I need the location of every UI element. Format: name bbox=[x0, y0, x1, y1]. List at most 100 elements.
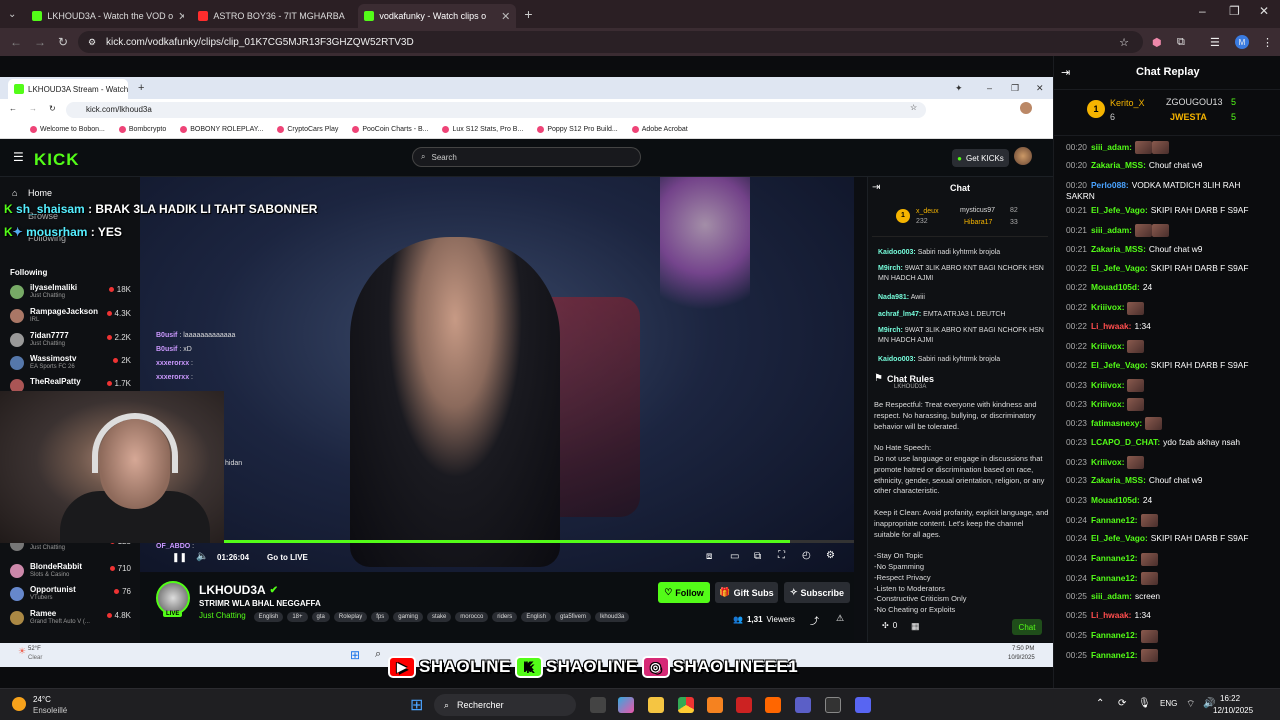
browser-tab[interactable]: vodkafunky - Watch clips o ✕ bbox=[358, 4, 517, 28]
share-icon[interactable]: ⤴ bbox=[810, 614, 819, 627]
extension-icon[interactable]: ⬢ bbox=[1152, 36, 1162, 49]
replay-message-user[interactable]: Mouad105d: bbox=[1091, 495, 1140, 505]
tray-app-icon[interactable]: ⟳ bbox=[1118, 698, 1126, 709]
following-channel[interactable]: Opportunist VTubers 76 bbox=[10, 585, 135, 607]
follow-button[interactable]: ♡ Follow bbox=[658, 582, 710, 603]
replay-message-user[interactable]: Fannane12: bbox=[1091, 650, 1138, 660]
emote-icon[interactable]: ▦ bbox=[911, 621, 920, 632]
replay-leader-name[interactable]: ZGOUGOU13 bbox=[1166, 97, 1223, 107]
replay-message-user[interactable]: Kriiivox: bbox=[1091, 380, 1125, 390]
copilot-icon[interactable] bbox=[618, 697, 634, 713]
bookmark-item[interactable]: Bombcrypto bbox=[118, 126, 166, 133]
following-channel[interactable]: RampageJackson IRL 4.3K bbox=[10, 307, 135, 329]
replay-message-user[interactable]: Li_hwaak: bbox=[1091, 321, 1132, 331]
bookmark-item[interactable]: Adobe Acrobat bbox=[631, 126, 688, 133]
taskbar-search[interactable]: ⌕ Rechercher bbox=[434, 694, 576, 716]
replay-message-user[interactable]: Fannane12: bbox=[1091, 630, 1138, 640]
teams-icon[interactable] bbox=[795, 697, 811, 713]
replay-leader-name[interactable]: JWESTA bbox=[1170, 112, 1207, 122]
tab-close-icon[interactable]: ✕ bbox=[501, 10, 510, 23]
chat-points[interactable]: ✣ 0 bbox=[882, 621, 897, 630]
replay-message-user[interactable]: siii_adam: bbox=[1091, 591, 1132, 601]
inner-chat-user[interactable]: M9irch: bbox=[878, 265, 903, 272]
replay-message-user[interactable]: Fannane12: bbox=[1091, 515, 1138, 525]
microphone-icon[interactable]: 🎙 bbox=[1138, 698, 1151, 709]
user-avatar[interactable] bbox=[1014, 147, 1032, 165]
inner-profile-avatar[interactable] bbox=[1020, 102, 1032, 114]
browser-tab[interactable]: LKHOUD3A - Watch the VOD o ✕ bbox=[26, 4, 184, 28]
brave-icon[interactable] bbox=[765, 697, 781, 713]
inner-close-icon[interactable]: ✕ bbox=[1036, 83, 1044, 94]
stream-tag[interactable]: riders bbox=[492, 612, 518, 622]
bookmark-item[interactable]: Poppy S12 Pro Build... bbox=[537, 126, 618, 133]
app-red-icon[interactable] bbox=[736, 697, 752, 713]
replay-message-user[interactable]: Mouad105d: bbox=[1091, 282, 1140, 292]
language-indicator[interactable]: ENG bbox=[1160, 699, 1177, 708]
stream-tag[interactable]: English bbox=[253, 612, 284, 622]
stream-tag[interactable]: morocco bbox=[455, 612, 489, 622]
streamer-avatar[interactable] bbox=[156, 581, 190, 615]
tab-close-icon[interactable]: ✕ bbox=[178, 10, 184, 23]
replay-message-user[interactable]: Kriiivox: bbox=[1091, 302, 1125, 312]
discord-icon[interactable] bbox=[855, 697, 871, 713]
start-icon[interactable]: ⊞ bbox=[410, 695, 423, 715]
gift-subs-button[interactable]: 🎁 Gift Subs bbox=[715, 582, 778, 603]
stream-tag[interactable]: gta5fivem bbox=[555, 612, 592, 622]
replay-message-user[interactable]: Kriiivox: bbox=[1091, 399, 1125, 409]
bookmark-item[interactable]: Lux S12 Stats, Pro B... bbox=[442, 126, 523, 133]
site-info-icon[interactable]: ⚙ bbox=[88, 37, 96, 48]
collapse-replay-icon[interactable]: ⇥ bbox=[1061, 66, 1070, 79]
following-channel[interactable]: ilyaselmaliki Just Chatting 18K bbox=[10, 283, 135, 305]
vlc-icon[interactable] bbox=[707, 697, 723, 713]
replay-message-user[interactable]: Zakaria_MSS: bbox=[1091, 244, 1146, 254]
inner-chat-user[interactable]: Kaidoo003: bbox=[878, 249, 916, 256]
search-input[interactable]: ⌕ Search bbox=[412, 147, 641, 167]
file-explorer-icon[interactable] bbox=[648, 697, 664, 713]
inner-back-icon[interactable]: ← bbox=[9, 104, 17, 113]
replay-message-user[interactable]: Fannane12: bbox=[1091, 573, 1138, 583]
replay-message-user[interactable]: siii_adam: bbox=[1091, 225, 1132, 235]
inner-chat-user[interactable]: Nada981: bbox=[878, 294, 909, 301]
replay-message-user[interactable]: El_Jefe_Vago: bbox=[1091, 263, 1148, 273]
close-window-icon[interactable]: ✕ bbox=[1259, 4, 1269, 18]
fullscreen-icon[interactable]: ⛶ bbox=[778, 550, 785, 561]
back-icon[interactable]: ← bbox=[10, 35, 22, 49]
replay-message-user[interactable]: Kriiivox: bbox=[1091, 457, 1125, 467]
stream-tag[interactable]: gaming bbox=[393, 612, 423, 622]
nav-home[interactable]: Home bbox=[28, 188, 52, 198]
stream-tag[interactable]: stake bbox=[426, 612, 452, 622]
profile-avatar[interactable]: M bbox=[1235, 35, 1249, 49]
leader-name[interactable]: mysticus97 bbox=[960, 207, 995, 214]
bookmark-item[interactable]: PooCoin Charts - B... bbox=[352, 126, 428, 133]
new-tab-button[interactable]: + bbox=[524, 6, 532, 22]
outer-url-bar[interactable]: ⚙ kick.com/vodkafunky/clips/clip_01K7CG5… bbox=[78, 31, 1143, 53]
stream-tag[interactable]: gta bbox=[311, 612, 330, 622]
inner-chat-user[interactable]: M9irch: bbox=[878, 327, 903, 334]
replay-message-user[interactable]: Zakaria_MSS: bbox=[1091, 475, 1146, 485]
leader-name[interactable]: Hibara17 bbox=[964, 219, 992, 226]
tray-chevron-icon[interactable]: ⌃ bbox=[1096, 698, 1104, 709]
reading-list-icon[interactable]: ☰ bbox=[1210, 36, 1220, 49]
inner-start-icon[interactable]: ⊞ bbox=[350, 648, 360, 662]
subscribe-button[interactable]: ✧ Subscribe bbox=[784, 582, 850, 603]
following-channel[interactable]: Wassimostv EA Sports FC 26 2K bbox=[10, 354, 135, 376]
volume-icon[interactable]: 🔈 bbox=[196, 551, 208, 562]
clip-icon[interactable]: ⧈ bbox=[706, 551, 712, 562]
inner-minimize-icon[interactable]: – bbox=[987, 83, 992, 93]
stream-tag[interactable]: Roleplay bbox=[333, 612, 368, 622]
replay-message-user[interactable]: LCAPO_D_CHAT: bbox=[1091, 437, 1160, 447]
replay-message-user[interactable]: El_Jefe_Vago: bbox=[1091, 205, 1148, 215]
stream-tag[interactable]: 18+ bbox=[287, 612, 308, 622]
stream-category[interactable]: Just Chatting bbox=[199, 611, 246, 620]
report-icon[interactable]: ⚠ bbox=[836, 613, 844, 624]
chrome-icon[interactable] bbox=[678, 697, 694, 713]
leader-name[interactable]: x_deux bbox=[916, 208, 939, 215]
stream-tag[interactable]: English bbox=[521, 612, 551, 622]
app-dark-icon[interactable] bbox=[825, 697, 841, 713]
replay-message-user[interactable]: Li_hwaak: bbox=[1091, 610, 1132, 620]
inner-url-bar[interactable]: kick.com/lkhoud3a bbox=[66, 102, 926, 118]
following-channel[interactable]: 7idan7777 Just Chatting 2.2K bbox=[10, 331, 135, 353]
bookmark-item[interactable]: CryptoCars Play bbox=[277, 126, 338, 133]
replay-message-user[interactable]: Zakaria_MSS: bbox=[1091, 160, 1146, 170]
inner-search-icon[interactable]: ⌕ bbox=[375, 648, 381, 661]
